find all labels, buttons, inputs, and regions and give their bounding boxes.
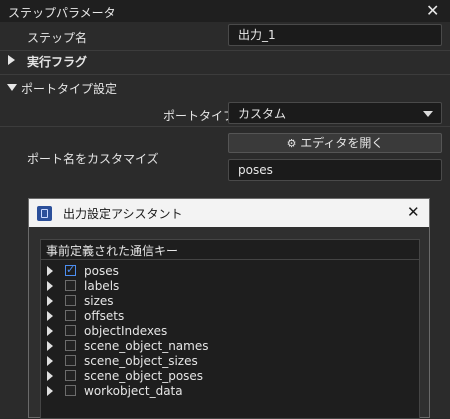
app-icon xyxy=(37,206,52,221)
exec-flag-section[interactable]: 実行フラグ xyxy=(27,53,87,70)
item-label: objectIndexes xyxy=(84,324,168,338)
panel-title: ステップパラメータ xyxy=(8,6,116,20)
item-label: scene_object_sizes xyxy=(84,354,198,368)
item-label: poses xyxy=(84,264,119,278)
dialog-titlebar: 出力設定アシスタント ✕ xyxy=(29,199,429,227)
item-label: scene_object_poses xyxy=(84,369,204,383)
tree-item[interactable]: objectIndexes xyxy=(41,324,419,339)
expand-right-icon[interactable] xyxy=(47,356,53,366)
dialog-close-icon[interactable]: ✕ xyxy=(407,203,420,221)
expand-right-icon[interactable] xyxy=(47,296,53,306)
dialog-title: 出力設定アシスタント xyxy=(63,207,183,221)
communication-key-tree: 事前定義された通信キー poseslabelssizesoffsetsobjec… xyxy=(40,239,420,419)
tree-header-label: 事前定義された通信キー xyxy=(46,244,179,258)
panel-close-icon[interactable]: ✕ xyxy=(426,1,439,20)
item-checkbox[interactable] xyxy=(65,280,76,291)
open-editor-label: エディタを開く xyxy=(300,136,384,150)
expand-right-icon[interactable] xyxy=(47,386,53,396)
port-name-input[interactable]: poses xyxy=(228,159,442,181)
item-label: scene_object_names xyxy=(84,339,209,353)
item-checkbox[interactable] xyxy=(65,263,76,276)
tree-item[interactable]: workobject_data xyxy=(41,384,419,399)
port-type-value: カスタム xyxy=(238,107,287,121)
item-checkbox[interactable] xyxy=(65,370,76,381)
step-name-label: ステップ名 xyxy=(27,31,88,45)
output-settings-dialog: 出力設定アシスタント ✕ 事前定義された通信キー poseslabelssize… xyxy=(28,198,430,419)
expand-right-icon[interactable] xyxy=(47,311,53,321)
expand-right-icon[interactable] xyxy=(47,371,53,381)
chevron-down-icon xyxy=(423,111,433,117)
item-checkbox[interactable] xyxy=(65,325,76,336)
port-type-select[interactable]: カスタム xyxy=(228,102,442,124)
tree-item[interactable]: scene_object_names xyxy=(41,339,419,354)
divider xyxy=(0,74,450,75)
divider xyxy=(0,126,450,127)
tree-header: 事前定義された通信キー xyxy=(41,240,419,260)
item-label: workobject_data xyxy=(84,384,183,398)
item-checkbox[interactable] xyxy=(65,385,76,396)
tree-item[interactable]: scene_object_sizes xyxy=(41,354,419,369)
item-label: sizes xyxy=(84,294,114,308)
panel-titlebar: ステップパラメータ ✕ xyxy=(0,0,450,22)
item-checkbox[interactable] xyxy=(65,295,76,306)
expand-right-icon[interactable] xyxy=(8,55,15,65)
item-checkbox[interactable] xyxy=(65,340,76,351)
expand-right-icon[interactable] xyxy=(47,341,53,351)
customize-port-name-label: ポート名をカスタマイズ xyxy=(27,152,159,166)
open-editor-button[interactable]: ⚙ エディタを開く xyxy=(228,133,442,153)
step-name-input[interactable]: 出力_1 xyxy=(228,24,442,46)
expand-right-icon[interactable] xyxy=(47,326,53,336)
tree-item[interactable]: poses xyxy=(41,263,419,279)
tree-item[interactable]: sizes xyxy=(41,294,419,309)
divider xyxy=(0,50,450,51)
item-checkbox[interactable] xyxy=(65,355,76,366)
expand-right-icon[interactable] xyxy=(47,266,53,276)
port-type-label: ポートタイプ xyxy=(163,109,236,123)
item-label: labels xyxy=(84,279,120,293)
item-checkbox[interactable] xyxy=(65,310,76,321)
item-label: offsets xyxy=(84,309,125,323)
tree-item[interactable]: offsets xyxy=(41,309,419,324)
expand-right-icon[interactable] xyxy=(47,281,53,291)
tree-item[interactable]: labels xyxy=(41,279,419,294)
tree-item[interactable]: scene_object_poses xyxy=(41,369,419,384)
gear-icon: ⚙ xyxy=(286,137,297,150)
port-type-settings-section[interactable]: ポートタイプ設定 xyxy=(21,80,117,97)
collapse-down-icon[interactable] xyxy=(7,84,17,91)
